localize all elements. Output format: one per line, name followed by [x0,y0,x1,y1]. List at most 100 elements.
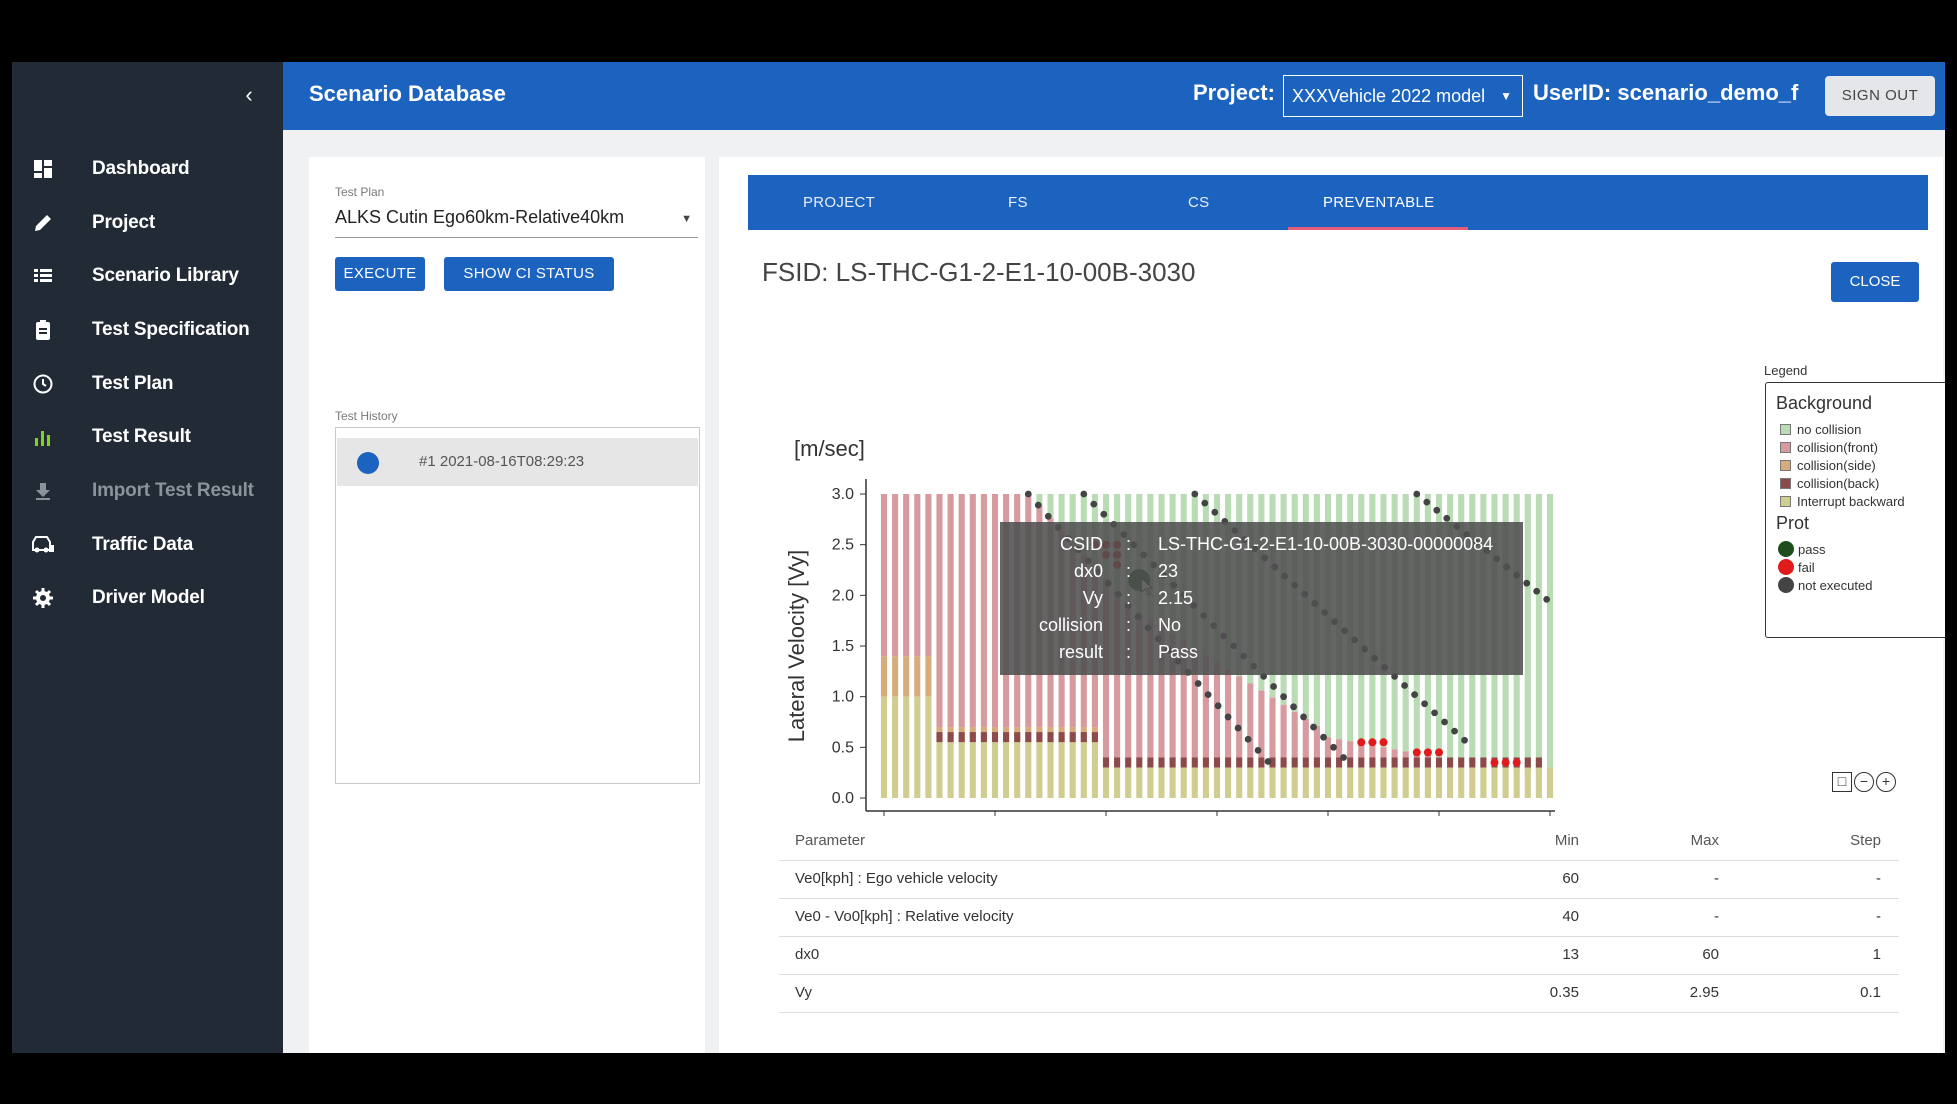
show-ci-status-button[interactable]: SHOW CI STATUS [444,257,614,291]
not-executed-point [1330,743,1337,751]
not-executed-point [1441,718,1448,726]
not-executed-point [1244,735,1252,743]
table-cell: - [1876,908,1881,925]
sidebar-item-scenario-library[interactable]: Scenario Library [12,254,283,298]
not-executed-point [1090,500,1098,508]
background-bar-interrupt [925,696,932,798]
sidebar-item-label: Import Test Result [92,480,254,501]
fit-view-icon[interactable]: □ [1832,772,1852,792]
background-bar-side [892,656,899,697]
background-bar-back [1025,732,1032,743]
car-icon [30,532,56,558]
background-bar-interrupt [1324,767,1332,798]
table-cell: Vy [795,984,812,1001]
tooltip-key: dx0 [1073,561,1103,581]
background-bar-interrupt [1347,767,1354,798]
background-bar-interrupt [1147,767,1154,798]
background-bar-back [1236,757,1243,768]
background-bar-front [1402,751,1409,758]
sidebar-item-import-test-result[interactable]: Import Test Result [12,469,283,513]
y-tick-label: 2.0 [832,587,854,604]
table-header-row: Parameter Min Max Step [779,823,1899,861]
legend-caption: Legend [1764,363,1808,378]
sidebar-item-test-result[interactable]: Test Result [12,415,283,459]
background-bar-back [958,732,965,743]
tooltip-colon: : [1126,642,1132,662]
zoom-in-icon[interactable]: + [1876,772,1896,792]
column-header: Parameter [795,832,866,849]
background-bar-interrupt [1080,742,1087,798]
background-bar-interrupt [1447,767,1454,798]
background-bar-front [1347,741,1354,758]
background-bar-front [892,494,899,657]
legend-swatch [1780,496,1791,507]
legend-swatch [1780,442,1791,453]
not-executed-point [1100,510,1108,518]
table-cell: 60 [1702,946,1719,963]
background-bar-back [1136,757,1143,768]
project-label: Project: [1193,80,1275,105]
background-bar-back [1091,732,1098,743]
not-executed-point [1290,703,1297,711]
background-bar-back [947,732,954,743]
not-executed-point [1201,499,1209,507]
status-dot-icon [357,452,379,474]
not-executed-point [1310,723,1317,731]
legend-label: pass [1798,541,1826,557]
sidebar-item-test-plan[interactable]: Test Plan [12,362,283,406]
table-cell: 0.35 [1549,984,1579,1001]
sidebar-item-project[interactable]: Project [12,201,283,245]
fail-point [1501,758,1510,767]
background-bar-back [1302,757,1309,768]
background-bar-front [1269,697,1276,758]
scenario-chart: 0.010.020.030.040.050.060.00.00.51.01.52… [784,436,1555,816]
background-bar-front [1391,749,1398,758]
background-bar-back [1469,757,1476,768]
chevron-left-icon[interactable]: ‹ [234,80,264,110]
background-bar-interrupt [1513,767,1520,798]
not-executed-point [1411,691,1418,699]
table-cell: dx0 [795,946,820,963]
sidebar-item-driver-model[interactable]: Driver Model [12,576,283,620]
fail-point [1512,758,1521,767]
background-bar-back [1313,757,1320,768]
table-row: Ve0[kph] : Ego vehicle velocity 60 - - [779,861,1899,899]
tooltip-value: Pass [1158,642,1199,662]
background-bar-back [1291,757,1298,768]
background-bar-interrupt [1247,767,1254,798]
background-bar-back [1125,757,1132,768]
fail-point [1490,758,1499,767]
not-executed-point [1300,713,1307,721]
tooltip-row: result : Pass [1000,642,1523,668]
column-header: Min [1554,832,1579,849]
background-bar-back [1202,757,1209,768]
background-bar-interrupt [1125,767,1132,798]
tooltip-row: CSID : LS-THC-G1-2-E1-10-00B-3030-000000… [1000,534,1523,560]
tooltip-colon: : [1126,561,1132,581]
sidebar-item-label: Project [92,212,156,233]
sidebar-item-test-specification[interactable]: Test Specification [12,308,283,352]
sidebar-item-traffic-data[interactable]: Traffic Data [12,523,283,567]
test-plan-select[interactable]: ALKS Cutin Ego60km-Relative40km ▼ [335,207,698,238]
sidebar-item-dashboard[interactable]: Dashboard [12,147,283,191]
app-title: Scenario Database [309,81,506,106]
tooltip-colon: : [1126,615,1132,635]
zoom-out-icon[interactable]: − [1854,772,1874,792]
y-tick-label: 3.0 [832,486,854,503]
table-cell: Ve0[kph] : Ego vehicle velocity [795,870,998,887]
legend-item: no collision [1780,422,1861,437]
point-tooltip: CSID : LS-THC-G1-2-E1-10-00B-3030-000000… [1000,522,1523,675]
execute-button[interactable]: EXECUTE [335,257,425,291]
list-item[interactable]: #1 2021-08-16T08:29:23 [337,438,698,486]
background-bar-front [1236,676,1243,758]
background-bar-interrupt [1424,767,1431,798]
background-bar-front [947,494,954,728]
gear-icon [30,585,56,611]
tooltip-key: result [1058,642,1103,662]
background-bar-front [1302,718,1309,758]
fail-point [1379,738,1388,747]
project-select[interactable]: XXXVehicle 2022 model ▼ [1283,75,1523,117]
not-executed-point [1224,713,1232,721]
background-bar-side [914,656,921,697]
sign-out-button[interactable]: SIGN OUT [1825,76,1935,116]
